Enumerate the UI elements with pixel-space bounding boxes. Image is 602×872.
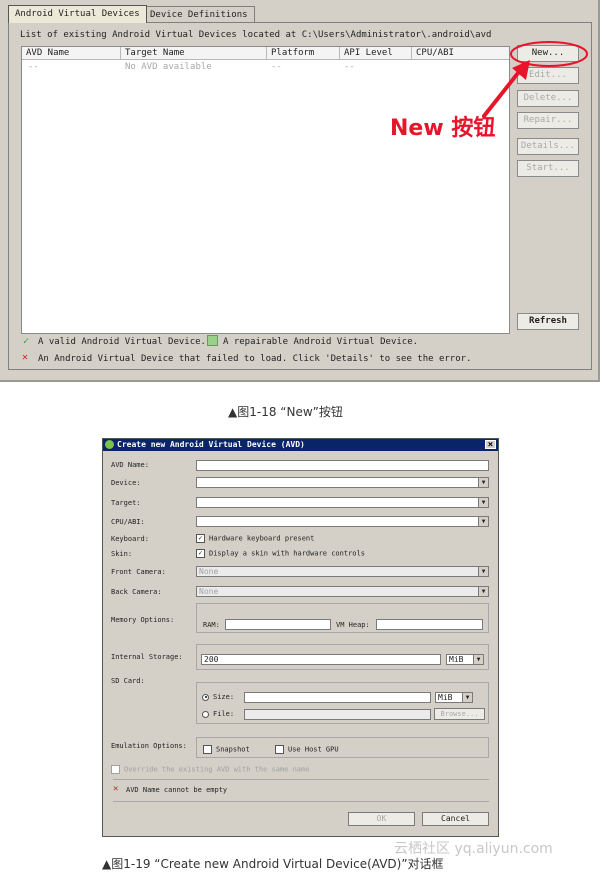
override-checkbox[interactable]: Override the existing AVD with the same … xyxy=(111,765,309,774)
checkbox-unchecked-icon xyxy=(203,745,212,754)
sd-file-radio[interactable]: File: xyxy=(202,710,234,718)
separator xyxy=(113,801,489,802)
sd-size-unit-select[interactable]: MiB ▼ xyxy=(435,692,473,703)
avd-manager-window: Android Virtual Devices Device Definitio… xyxy=(0,0,600,382)
label-ram: RAM: xyxy=(203,621,220,629)
back-camera-select[interactable]: None ▼ xyxy=(196,586,489,597)
keyboard-checkbox[interactable]: ✓ Hardware keyboard present xyxy=(196,534,314,543)
cpu-abi-select[interactable]: ▼ xyxy=(196,516,489,527)
cell-api-level: -- xyxy=(344,62,355,72)
dialog-titlebar: Create new Android Virtual Device (AVD) … xyxy=(103,439,498,451)
device-select[interactable]: ▼ xyxy=(196,477,489,488)
chevron-down-icon: ▼ xyxy=(478,516,489,527)
android-icon xyxy=(105,440,114,449)
error-x-icon: ✕ xyxy=(22,352,29,363)
label-back-camera: Back Camera: xyxy=(111,588,162,596)
snapshot-checkbox[interactable]: Snapshot xyxy=(203,745,250,754)
label-cpu-abi: CPU/ABI: xyxy=(111,518,145,526)
details-button[interactable]: Details... xyxy=(517,138,579,155)
label-sd-card: SD Card: xyxy=(111,677,145,685)
label-emulation-options: Emulation Options: xyxy=(111,742,187,750)
cell-target-name: No AVD available xyxy=(125,62,212,72)
label-internal-storage: Internal Storage: xyxy=(111,653,183,661)
sd-size-input[interactable] xyxy=(244,692,431,703)
radio-selected-icon xyxy=(202,693,209,701)
vm-heap-input[interactable] xyxy=(376,619,483,630)
legend-repairable: A repairable Android Virtual Device. xyxy=(223,337,419,347)
chevron-down-icon: ▼ xyxy=(473,654,484,665)
sd-file-input[interactable] xyxy=(244,709,431,720)
error-x-icon: ✕ xyxy=(113,784,119,794)
avd-table: AVD Name Target Name Platform API Level … xyxy=(21,46,510,334)
label-skin: Skin: xyxy=(111,550,133,558)
figure-1-18-caption: ▲图1-18 “New”按钮 xyxy=(228,405,343,419)
chevron-down-icon: ▼ xyxy=(478,586,489,597)
avd-list-caption: List of existing Android Virtual Devices… xyxy=(20,30,492,40)
chevron-down-icon: ▼ xyxy=(478,477,489,488)
label-avd-name: AVD Name: xyxy=(111,461,149,469)
ok-button[interactable]: OK xyxy=(348,812,415,826)
refresh-button[interactable]: Refresh xyxy=(517,313,579,330)
column-avd-name[interactable]: AVD Name xyxy=(22,47,121,60)
create-avd-dialog: Create new Android Virtual Device (AVD) … xyxy=(102,438,499,837)
legend-failed: An Android Virtual Device that failed to… xyxy=(38,354,472,364)
cancel-button[interactable]: Cancel xyxy=(422,812,489,826)
cell-avd-name: -- xyxy=(28,62,39,72)
checkbox-unchecked-icon xyxy=(275,745,284,754)
skin-checkbox[interactable]: ✓ Display a skin with hardware controls xyxy=(196,549,365,558)
label-device: Device: xyxy=(111,479,141,487)
checkbox-checked-icon: ✓ xyxy=(196,549,205,558)
error-message: AVD Name cannot be empty xyxy=(126,786,228,794)
radio-unselected-icon xyxy=(202,710,209,718)
use-host-gpu-checkbox[interactable]: Use Host GPU xyxy=(275,745,339,754)
label-front-camera: Front Camera: xyxy=(111,568,166,576)
sd-size-radio[interactable]: Size: xyxy=(202,693,234,701)
valid-check-icon: ✓ xyxy=(23,336,30,347)
front-camera-select[interactable]: None ▼ xyxy=(196,566,489,577)
internal-storage-input[interactable]: 200 xyxy=(201,654,441,665)
chevron-down-icon: ▼ xyxy=(478,497,489,508)
cell-platform: -- xyxy=(271,62,282,72)
tab-device-definitions[interactable]: Device Definitions xyxy=(143,6,255,22)
column-cpu-abi[interactable]: CPU/ABI xyxy=(412,47,509,60)
label-memory-options: Memory Options: xyxy=(111,616,175,624)
repairable-icon xyxy=(207,335,218,346)
checkbox-unchecked-icon xyxy=(111,765,120,774)
internal-storage-unit-select[interactable]: MiB ▼ xyxy=(446,654,484,665)
close-icon[interactable]: × xyxy=(485,440,496,450)
target-select[interactable]: ▼ xyxy=(196,497,489,508)
avd-name-input[interactable] xyxy=(196,460,489,471)
chevron-down-icon: ▼ xyxy=(462,692,473,703)
column-api-level[interactable]: API Level xyxy=(340,47,412,60)
label-target: Target: xyxy=(111,499,141,507)
separator xyxy=(113,779,489,780)
chevron-down-icon: ▼ xyxy=(478,566,489,577)
label-keyboard: Keyboard: xyxy=(111,535,149,543)
checkbox-checked-icon: ✓ xyxy=(196,534,205,543)
start-button[interactable]: Start... xyxy=(517,160,579,177)
dialog-title: Create new Android Virtual Device (AVD) xyxy=(117,440,305,449)
new-button-annotation: New 按钮 xyxy=(390,116,496,141)
tab-android-virtual-devices[interactable]: Android Virtual Devices xyxy=(8,5,147,23)
ram-input[interactable] xyxy=(225,619,331,630)
figure-1-19-caption: ▲图1-19 “Create new Android Virtual Devic… xyxy=(102,857,444,871)
column-target-name[interactable]: Target Name xyxy=(121,47,267,60)
legend-valid: A valid Android Virtual Device. xyxy=(38,337,206,347)
browse-button[interactable]: Browse... xyxy=(434,708,485,720)
column-platform[interactable]: Platform xyxy=(267,47,340,60)
label-vm-heap: VM Heap: xyxy=(336,621,370,629)
